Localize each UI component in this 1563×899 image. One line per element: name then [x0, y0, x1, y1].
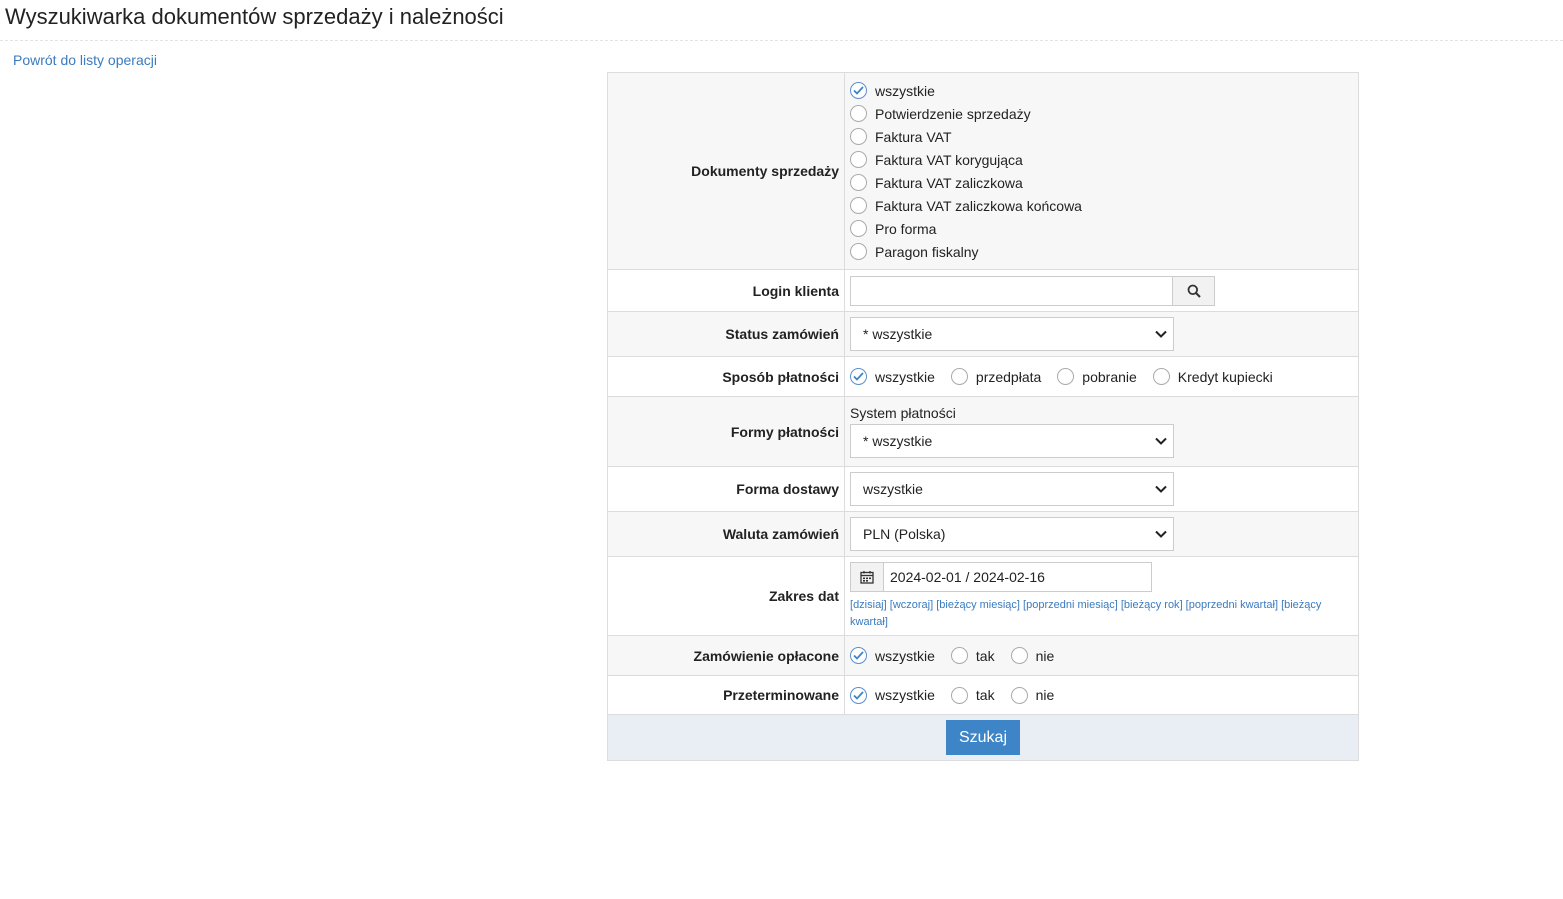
- paid-label: Zamówienie opłacone: [607, 635, 845, 676]
- overdue-option-all[interactable]: wszystkie: [850, 686, 935, 704]
- sales-docs-option-pro-forma[interactable]: Pro forma: [850, 217, 1358, 240]
- radio-icon[interactable]: [850, 151, 867, 168]
- order-status-label: Status zamówień: [607, 311, 845, 357]
- radio-icon[interactable]: [1010, 647, 1028, 664]
- currency-select[interactable]: PLN (Polska): [850, 517, 1174, 551]
- sales-docs-label: Dokumenty sprzedaży: [607, 72, 845, 270]
- quick-link-yesterday[interactable]: wczoraj: [893, 599, 930, 611]
- client-login-group: [850, 275, 1216, 306]
- overdue-option-no[interactable]: nie: [1010, 686, 1054, 704]
- radio-icon[interactable]: [850, 128, 867, 145]
- sales-docs-option-sale-confirmation[interactable]: Potwierdzenie sprzedaży: [850, 102, 1358, 125]
- client-search-button[interactable]: [1173, 275, 1215, 306]
- delivery-select[interactable]: wszystkie: [850, 472, 1174, 506]
- calendar-button[interactable]: [850, 561, 884, 592]
- payment-method-option-prepayment[interactable]: przedpłata: [950, 368, 1041, 385]
- client-login-input[interactable]: [850, 275, 1173, 306]
- paid-option-all[interactable]: wszystkie: [850, 647, 935, 664]
- quick-link-previous-quarter[interactable]: poprzedni kwartał: [1189, 599, 1275, 611]
- payment-method-option-cod[interactable]: pobranie: [1057, 368, 1137, 385]
- sales-docs-option-vat-advance[interactable]: Faktura VAT zaliczkowa: [850, 171, 1358, 194]
- calendar-icon: [860, 570, 874, 584]
- sales-docs-radio-group: wszystkie Potwierdzenie sprzedaży Faktur…: [850, 73, 1358, 269]
- quick-link-current-month[interactable]: bieżący miesiąc: [939, 599, 1017, 611]
- date-range-group: 2024-02-01 / 2024-02-16: [850, 561, 1152, 592]
- back-to-operations-link[interactable]: Powrót do listy operacji: [13, 52, 157, 68]
- title-divider: [0, 40, 1563, 41]
- sales-docs-option-vat-advance-final[interactable]: Faktura VAT zaliczkowa końcowa: [850, 194, 1358, 217]
- radio-icon[interactable]: [1010, 686, 1028, 704]
- search-form: Dokumenty sprzedaży wszystkie Potwierdze…: [607, 72, 1359, 761]
- payment-method-option-trade-credit[interactable]: Kredyt kupiecki: [1152, 368, 1273, 385]
- quick-link-today[interactable]: dzisiaj: [853, 599, 884, 611]
- payment-method-radio-group: wszystkie przedpłata pobranie Kredyt kup…: [850, 368, 1358, 385]
- quick-link-previous-month[interactable]: poprzedni miesiąc: [1026, 599, 1115, 611]
- payment-forms-select[interactable]: * wszystkie: [850, 424, 1174, 458]
- date-quick-links: [dzisiaj] [wczoraj] [bieżący miesiąc] [p…: [850, 598, 1322, 628]
- quick-link-current-year[interactable]: bieżący rok: [1124, 599, 1180, 611]
- chevron-down-icon: [1155, 530, 1167, 538]
- radio-icon[interactable]: [1152, 368, 1170, 385]
- radio-icon[interactable]: [850, 105, 867, 122]
- sales-docs-option-fiscal-receipt[interactable]: Paragon fiskalny: [850, 240, 1358, 263]
- client-login-label: Login klienta: [607, 269, 845, 312]
- radio-icon[interactable]: [950, 647, 968, 664]
- order-status-select[interactable]: * wszystkie: [850, 317, 1174, 351]
- form-footer: Szukaj: [607, 715, 1359, 761]
- currency-label: Waluta zamówień: [607, 511, 845, 557]
- paid-option-no[interactable]: nie: [1010, 647, 1054, 664]
- radio-checked-icon[interactable]: [850, 686, 867, 704]
- payment-system-label: System płatności: [850, 405, 956, 421]
- paid-option-yes[interactable]: tak: [950, 647, 995, 664]
- search-form-table: Dokumenty sprzedaży wszystkie Potwierdze…: [607, 72, 1359, 715]
- date-range-input[interactable]: 2024-02-01 / 2024-02-16: [884, 561, 1152, 592]
- delivery-label: Forma dostawy: [607, 466, 845, 512]
- sales-docs-option-vat-invoice[interactable]: Faktura VAT: [850, 125, 1358, 148]
- radio-icon[interactable]: [850, 197, 867, 214]
- sales-docs-option-all[interactable]: wszystkie: [850, 79, 1358, 102]
- chevron-down-icon: [1155, 437, 1167, 445]
- chevron-down-icon: [1155, 330, 1167, 338]
- chevron-down-icon: [1155, 485, 1167, 493]
- payment-method-option-all[interactable]: wszystkie: [850, 368, 935, 385]
- overdue-option-yes[interactable]: tak: [950, 686, 995, 704]
- payment-forms-label: Formy płatności: [607, 396, 845, 467]
- radio-icon[interactable]: [950, 686, 968, 704]
- radio-icon[interactable]: [850, 174, 867, 191]
- paid-radio-group: wszystkie tak nie: [850, 647, 1358, 664]
- radio-icon[interactable]: [1057, 368, 1075, 385]
- overdue-label: Przeterminowane: [607, 675, 845, 715]
- overdue-radio-group: wszystkie tak nie: [850, 686, 1358, 704]
- search-icon: [1187, 284, 1201, 298]
- radio-checked-icon[interactable]: [850, 82, 867, 99]
- page-title: Wyszukiwarka dokumentów sprzedaży i nale…: [5, 4, 504, 29]
- radio-icon[interactable]: [850, 243, 867, 260]
- sales-docs-option-vat-correction[interactable]: Faktura VAT korygująca: [850, 148, 1358, 171]
- radio-checked-icon[interactable]: [850, 368, 867, 385]
- radio-checked-icon[interactable]: [850, 647, 867, 664]
- search-submit-button[interactable]: Szukaj: [946, 720, 1020, 755]
- payment-method-label: Sposób płatności: [607, 356, 845, 397]
- radio-icon[interactable]: [850, 220, 867, 237]
- date-range-label: Zakres dat: [607, 556, 845, 636]
- radio-icon[interactable]: [950, 368, 968, 385]
